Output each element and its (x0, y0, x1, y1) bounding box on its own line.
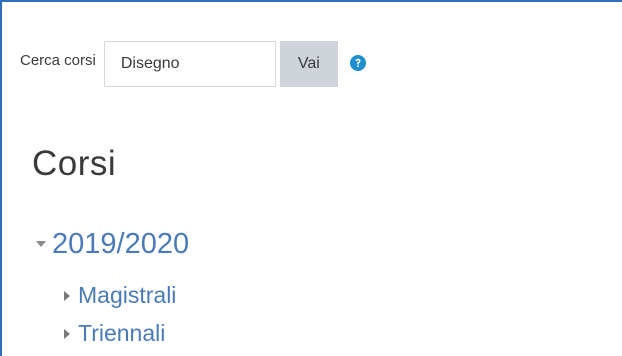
category-label[interactable]: Magistrali (78, 282, 176, 309)
caret-down-icon[interactable] (36, 240, 46, 247)
category-magistrali[interactable]: Magistrali (64, 282, 176, 309)
search-label: Cerca corsi (20, 51, 96, 69)
category-2019-2020[interactable]: 2019/2020 (36, 228, 189, 261)
page-title: Corsi (32, 144, 117, 183)
caret-right-icon[interactable] (64, 328, 70, 339)
course-search-form: Cerca corsi Vai (20, 40, 366, 88)
category-label[interactable]: 2019/2020 (52, 228, 189, 261)
search-submit-button[interactable]: Vai (279, 41, 338, 87)
caret-right-icon[interactable] (64, 290, 70, 301)
category-triennali[interactable]: Triennali (64, 320, 165, 347)
search-input[interactable] (103, 41, 276, 87)
question-circle-icon[interactable] (349, 55, 366, 71)
category-label[interactable]: Triennali (78, 320, 165, 347)
course-search-panel: Cerca corsi Vai Corsi 2019/2020 Magistra… (0, 0, 622, 356)
